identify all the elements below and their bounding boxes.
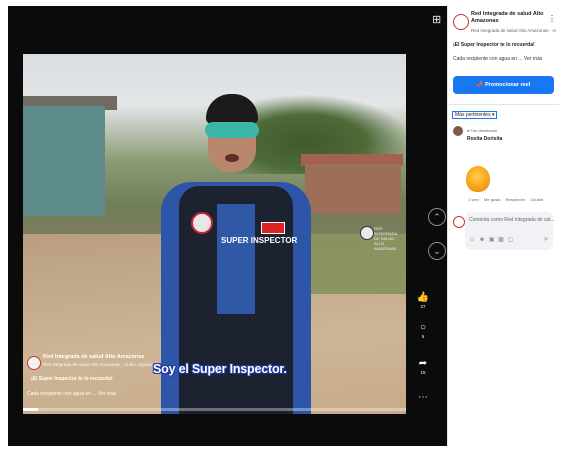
promote-label: Promocionar reel (485, 82, 531, 88)
gif-icon[interactable]: ▩ (498, 237, 505, 243)
megaphone-icon: 📣 (476, 82, 486, 88)
input-tools: ☺ ☻ ▣ ▩ ▢ (469, 236, 514, 243)
comment-input[interactable]: Comenta como Red integrada de sal... ☺ ☻… (465, 212, 555, 250)
panel-tag: ¡El Super Inspector te lo recuerda! (453, 42, 535, 48)
page-avatar-icon[interactable] (27, 356, 41, 370)
sort-label: Más pertinentes (455, 112, 491, 118)
reel-viewer: RED INTEGRADA DE SALUD ALTO AMAZONAS SUP… (0, 0, 447, 450)
video-progress-fill (23, 408, 39, 411)
like-comment-link[interactable]: Me gusta (484, 197, 500, 202)
more-options-icon[interactable]: ⋮ (548, 14, 556, 23)
sticker-icon[interactable]: ▢ (508, 237, 515, 243)
like-action[interactable]: 👍 27 (415, 292, 431, 309)
chevron-down-icon: ▾ (491, 112, 495, 118)
more-action[interactable]: ⋯ (415, 392, 431, 404)
shirt-text: SUPER INSPECTOR (221, 236, 298, 245)
overlay-meta[interactable]: Red integrada de salud Alto Amazonas · A… (43, 361, 152, 368)
overlay-tag: ¡El Super Inspector te lo recuerda! (31, 376, 113, 382)
presenter-mask (205, 122, 259, 138)
current-user-avatar (453, 216, 465, 228)
vest-badge-icon (191, 212, 213, 234)
comment-actions: 1 sem Me gusta Responder Ocultar (468, 197, 547, 202)
panel-page-name[interactable]: Red Integrada de salud Alto Amazonas (471, 11, 545, 25)
comment-icon[interactable]: ○ (415, 322, 431, 334)
comment-sort-dropdown[interactable]: Más pertinentes ▾ (452, 111, 498, 119)
house-right (305, 164, 401, 214)
video-progress-bar[interactable] (23, 408, 406, 411)
page-avatar[interactable] (453, 14, 469, 30)
divider (448, 104, 559, 105)
presenter-shirt (217, 204, 255, 314)
video-subtitle: Soy el Super Inspector. (153, 362, 287, 376)
thumbs-up-icon[interactable]: 👍 (415, 292, 431, 304)
video-stage: RED INTEGRADA DE SALUD ALTO AMAZONAS SUP… (8, 6, 447, 446)
comment-count: 5 (421, 334, 425, 339)
share-action[interactable]: ➦ 15 (415, 358, 431, 375)
comment-time: 1 sem (468, 197, 479, 202)
panel-audio[interactable]: Red integrada de salud Alto Amazonas · A… (471, 28, 556, 33)
promote-reel-button[interactable]: 📣 Promocionar reel (453, 76, 554, 94)
commenter-avatar[interactable] (453, 126, 463, 136)
camera-icon[interactable]: ▣ (489, 237, 496, 243)
chevron-down-icon[interactable]: ⌄ (428, 242, 446, 260)
reply-link[interactable]: Responder (506, 197, 526, 202)
role-label: Fan destacado (470, 128, 497, 133)
share-icon[interactable]: ➦ (415, 358, 431, 370)
overlay-description[interactable]: Cada recipiente con agua en ... Ver más (27, 391, 116, 398)
reel-side-panel: Red Integrada de salud Alto Amazonas ⋮ R… (447, 6, 559, 446)
sticker-comment (466, 166, 490, 192)
watermark-logo-icon (360, 226, 374, 240)
like-count: 27 (420, 304, 426, 309)
share-count: 15 (420, 370, 426, 375)
commenter-name[interactable]: Roxita Dorisita (467, 136, 502, 142)
emoji-icon[interactable]: ☻ (479, 237, 486, 243)
comment-input-placeholder: Comenta como Red integrada de sal... (469, 217, 555, 223)
expand-icon[interactable]: ⊞ (432, 13, 441, 26)
channel-watermark: RED INTEGRADA DE SALUD ALTO AMAZONAS (360, 224, 400, 251)
hide-link[interactable]: Ocultar (530, 197, 543, 202)
flag-patch-icon (261, 222, 285, 234)
presenter-mouth (225, 154, 239, 162)
chevron-up-icon[interactable]: ⌃ (428, 208, 446, 226)
watermark-text: RED INTEGRADA DE SALUD ALTO AMAZONAS (374, 226, 398, 251)
send-icon[interactable]: ➤ (543, 235, 549, 243)
panel-description[interactable]: Cada recipiente con agua en ... Ver más (453, 56, 542, 62)
video-player[interactable]: RED INTEGRADA DE SALUD ALTO AMAZONAS SUP… (23, 54, 406, 414)
more-icon[interactable]: ⋯ (415, 392, 431, 404)
avatar-sticker-icon[interactable]: ☺ (469, 237, 476, 243)
commenter-role: ● Fan destacado (467, 128, 497, 133)
presenter-hair (206, 94, 258, 124)
overlay-page-name[interactable]: Red Integrada de salud Alto Amazonas (43, 354, 144, 361)
house-left (23, 106, 105, 216)
comment-action[interactable]: ○ 5 (415, 322, 431, 339)
